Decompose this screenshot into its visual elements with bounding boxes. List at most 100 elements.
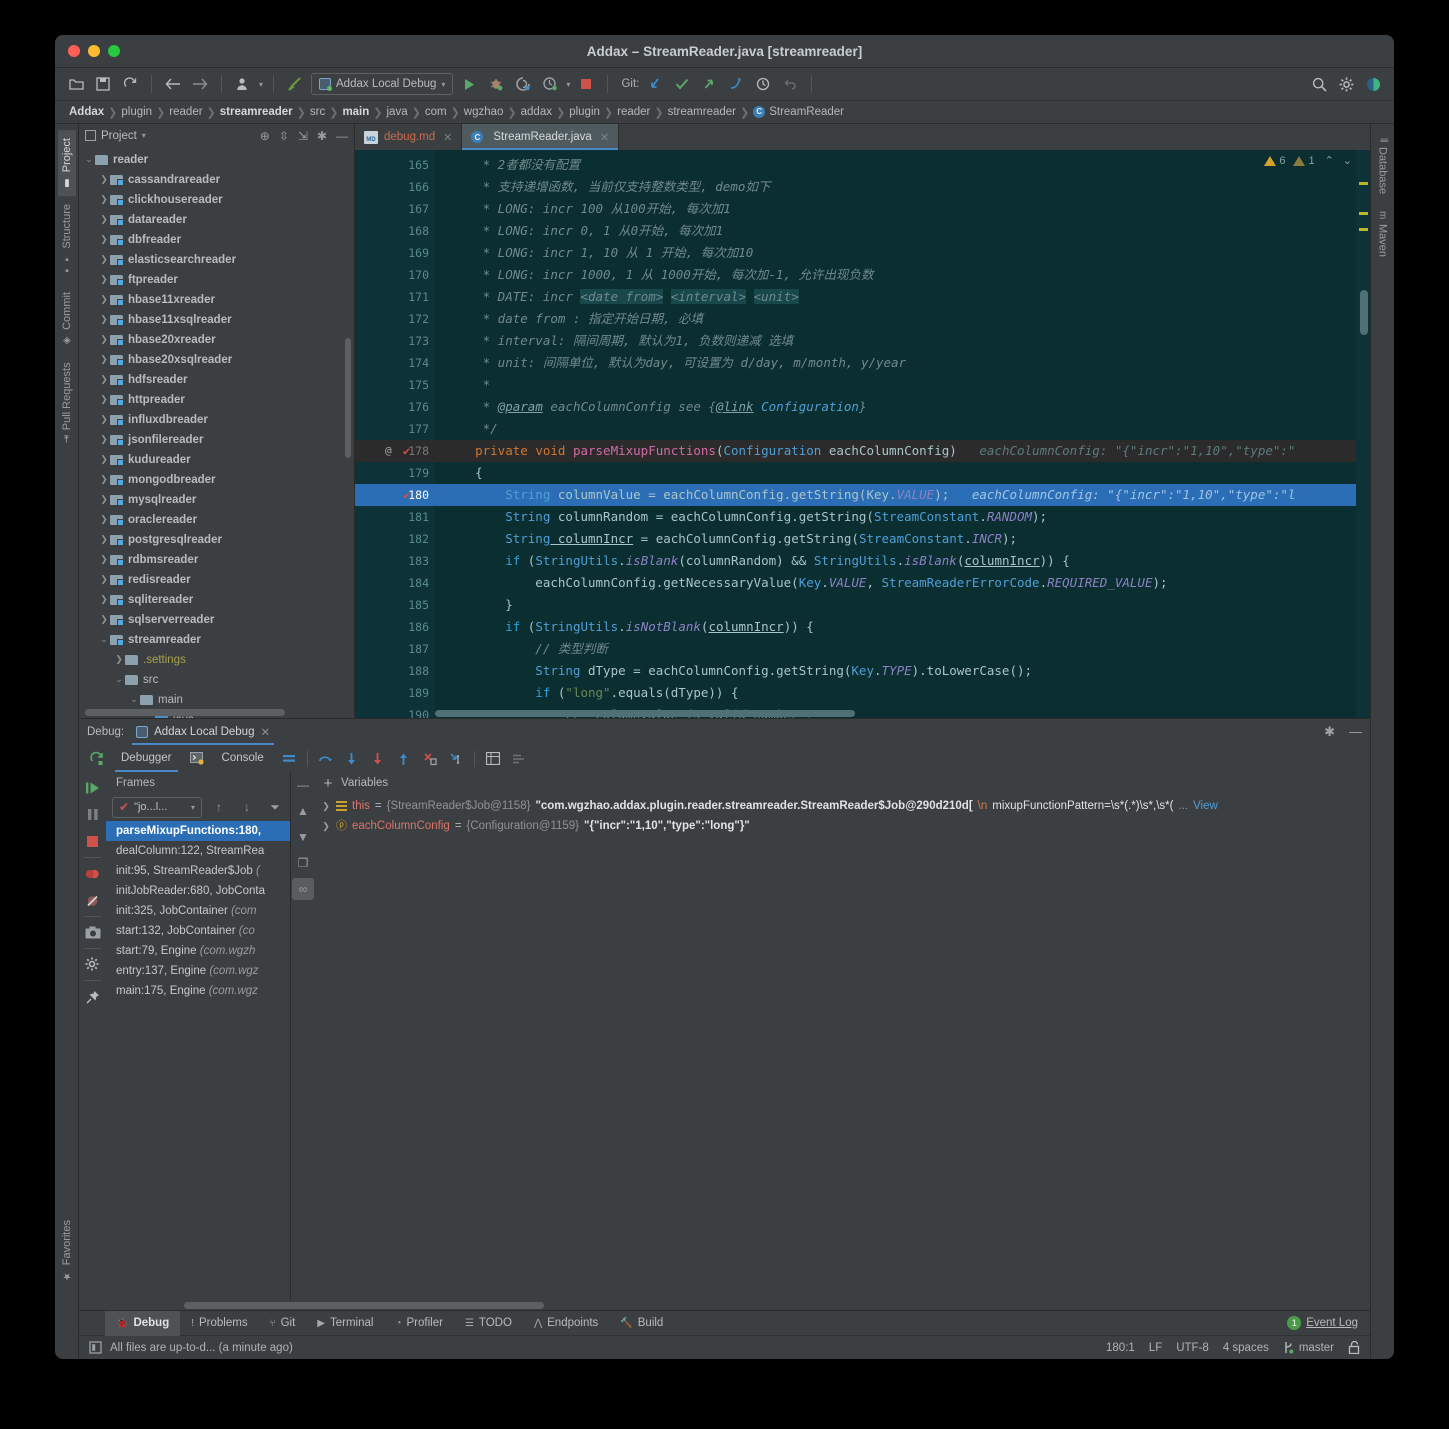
chevron-right-icon[interactable]: ❯	[98, 414, 110, 425]
code-line[interactable]: */	[435, 418, 1356, 440]
gutter-line[interactable]: 170	[355, 264, 435, 286]
chevron-right-icon[interactable]: ❯	[98, 574, 110, 585]
chevron-right-icon[interactable]: ❯	[98, 334, 110, 345]
gutter-line[interactable]: 171	[355, 286, 435, 308]
tree-node[interactable]: ❯mongodbreader	[79, 470, 354, 490]
profile-button[interactable]	[539, 73, 561, 95]
gutter-line[interactable]: 190	[355, 704, 435, 718]
collapse-icon[interactable]: —	[292, 774, 314, 796]
console-icon[interactable]	[184, 745, 210, 772]
code-line[interactable]: // 类型判断	[435, 638, 1356, 660]
code-line[interactable]: String columnIncr = eachColumnConfig.get…	[435, 528, 1356, 550]
frame-row[interactable]: start:132, JobContainer (co	[106, 921, 290, 941]
tree-node[interactable]: ⌄main	[79, 690, 354, 710]
chevron-down-icon[interactable]: ⌄	[98, 634, 110, 645]
chevron-down-icon[interactable]: ⌄	[113, 674, 125, 685]
back-arrow-icon[interactable]	[162, 73, 184, 95]
close-icon[interactable]: ✕	[600, 131, 609, 144]
tree-node[interactable]: ❯influxdbreader	[79, 410, 354, 430]
frame-row[interactable]: init:95, StreamReader$Job (	[106, 861, 290, 881]
gutter-line[interactable]: 185	[355, 594, 435, 616]
code-line[interactable]: * LONG: incr 0, 1 从0开始, 每次加1	[435, 220, 1356, 242]
project-panel-title[interactable]: Project ▾	[85, 130, 146, 142]
inspection-strip[interactable]	[1356, 150, 1370, 718]
variables-list[interactable]: ❯ this = {StreamReader$Job@1158} "com.wg…	[315, 794, 1370, 1301]
pin-icon[interactable]	[79, 983, 106, 1010]
run-with-coverage-button[interactable]	[512, 73, 534, 95]
tab-streamreader-java[interactable]: C StreamReader.java ✕	[462, 124, 619, 150]
chevron-right-icon[interactable]: ❯	[98, 294, 110, 305]
code-line[interactable]: * unit: 间隔单位, 默认为day, 可设置为 d/day, m/mont…	[435, 352, 1356, 374]
code-line[interactable]: {	[435, 462, 1356, 484]
tree-node[interactable]: ❯hbase20xreader	[79, 330, 354, 350]
sidebar-item-project[interactable]: ▮ Project	[58, 130, 76, 196]
add-watch-button[interactable]: +	[315, 775, 341, 792]
toggle-frames-icon[interactable]: ∞	[292, 878, 314, 900]
breadcrumb-item[interactable]: plugin	[117, 106, 156, 118]
code-line[interactable]: String columnValue = eachColumnConfig.ge…	[435, 484, 1356, 506]
caret-position[interactable]: 180:1	[1106, 1342, 1135, 1354]
scroll-up-icon[interactable]: ▲	[292, 800, 314, 822]
bottom-tab-debug[interactable]: 🐞Debug	[105, 1311, 180, 1336]
chevron-right-icon[interactable]: ❯	[98, 494, 110, 505]
chevron-right-icon[interactable]: ❯	[98, 434, 110, 445]
variables-hscrollbar-thumb[interactable]	[424, 1302, 544, 1309]
tree-node[interactable]: ❯cassandrareader	[79, 170, 354, 190]
previous-problem-icon[interactable]: ⌃	[1325, 154, 1334, 167]
collapse-all-icon[interactable]: ⇲	[298, 129, 308, 143]
editor-horizontal-scrollbar[interactable]	[435, 710, 855, 717]
gutter-line[interactable]: 173	[355, 330, 435, 352]
tree-node[interactable]: ⌄src	[79, 670, 354, 690]
variable-row[interactable]: ❯ this = {StreamReader$Job@1158} "com.wg…	[315, 796, 1370, 816]
gutter-line[interactable]: @✔178	[355, 440, 435, 462]
git-commit-icon[interactable]	[671, 73, 693, 95]
chevron-right-icon[interactable]: ❯	[98, 354, 110, 365]
sidebar-item-maven[interactable]: m Maven	[1374, 203, 1392, 265]
project-tree[interactable]: ⌄reader❯cassandrareader❯clickhousereader…	[79, 148, 354, 718]
code-line[interactable]: * LONG: incr 100 从100开始, 每次加1	[435, 198, 1356, 220]
code-line[interactable]: * LONG: incr 1000, 1 从 1000开始, 每次加-1, 允许…	[435, 264, 1356, 286]
gutter-line[interactable]: 181	[355, 506, 435, 528]
breadcrumb-item[interactable]: addax	[517, 106, 556, 118]
code-editor[interactable]: 165166167168169170171172173174175176177@…	[355, 150, 1370, 718]
gutter-line[interactable]: 172	[355, 308, 435, 330]
tree-node[interactable]: ❯hbase11xsqlreader	[79, 310, 354, 330]
git-push-icon[interactable]	[698, 73, 720, 95]
profile-dropdown-caret-icon[interactable]: ▾	[566, 80, 570, 89]
chevron-right-icon[interactable]: ❯	[98, 254, 110, 265]
gutter-line[interactable]: 183	[355, 550, 435, 572]
tab-debug-md[interactable]: MD debug.md ✕	[355, 124, 462, 150]
expand-arrow-icon[interactable]: ❯	[321, 796, 331, 816]
lock-icon[interactable]	[1348, 1341, 1360, 1354]
scroll-down-icon[interactable]: ▼	[292, 826, 314, 848]
breadcrumb-item[interactable]: Addax	[65, 106, 108, 118]
tree-node[interactable]: ❯jsonfilereader	[79, 430, 354, 450]
code-line[interactable]: }	[435, 594, 1356, 616]
chevron-right-icon[interactable]: ❯	[98, 514, 110, 525]
gutter-line[interactable]: 189	[355, 682, 435, 704]
breadcrumb-item[interactable]: reader	[613, 106, 654, 118]
code-line[interactable]: *	[435, 374, 1356, 396]
stop-button[interactable]	[575, 73, 597, 95]
frame-row[interactable]: main:175, Engine (com.wgz	[106, 981, 290, 1001]
close-icon[interactable]: ✕	[443, 131, 452, 144]
expand-arrow-icon[interactable]: ❯	[321, 816, 331, 836]
frame-row[interactable]: dealColumn:122, StreamRea	[106, 841, 290, 861]
breadcrumb-item[interactable]: plugin	[565, 106, 604, 118]
code-line[interactable]: String dType = eachColumnConfig.getStrin…	[435, 660, 1356, 682]
code-line[interactable]: * DATE: incr <date from> <interval> <uni…	[435, 286, 1356, 308]
copy-icon[interactable]: ❐	[292, 852, 314, 874]
chevron-right-icon[interactable]: ❯	[98, 614, 110, 625]
tab-console[interactable]: Console	[210, 745, 276, 772]
sidebar-item-commit[interactable]: ◈ Commit	[58, 284, 76, 354]
tree-node[interactable]: ❯rdbmsreader	[79, 550, 354, 570]
chevron-right-icon[interactable]: ❯	[98, 594, 110, 605]
expand-all-icon[interactable]: ⇳	[279, 129, 289, 143]
tree-node[interactable]: ❯.settings	[79, 650, 354, 670]
git-branch-icon[interactable]	[725, 73, 747, 95]
debug-horizontal-scrollbars[interactable]	[79, 1301, 1370, 1310]
search-icon[interactable]	[1308, 73, 1330, 95]
gutter-line[interactable]: 168	[355, 220, 435, 242]
close-icon[interactable]: ✕	[260, 725, 270, 739]
chevron-down-icon[interactable]: ⌄	[83, 154, 95, 165]
